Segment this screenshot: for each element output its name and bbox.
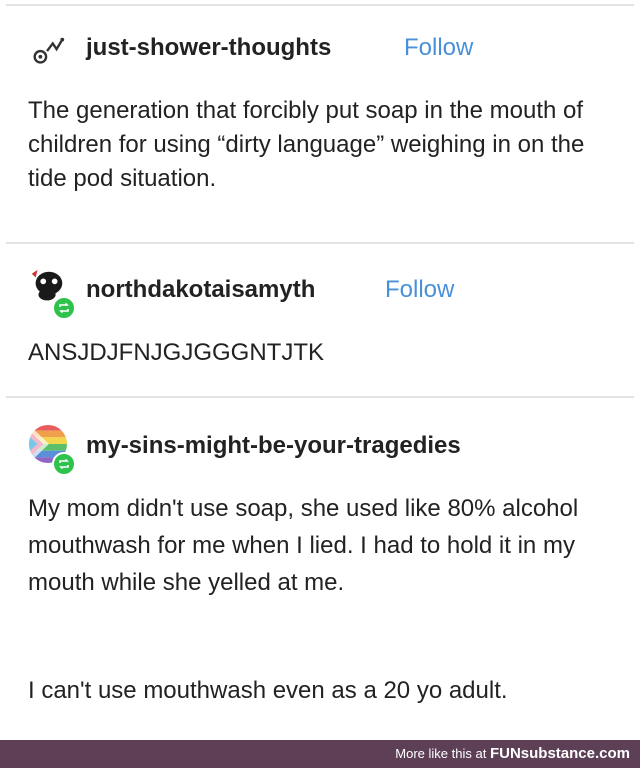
- footer-text[interactable]: More like this at FUNsubstance.com: [395, 745, 630, 762]
- post-2: northdakotaisamyth Follow ANSJDJFNJGJGGG…: [0, 266, 640, 386]
- post-divider: [6, 396, 634, 398]
- avatar-icon[interactable]: [28, 32, 68, 72]
- reblog-icon: [52, 296, 76, 320]
- post-header: northdakotaisamyth Follow: [0, 266, 640, 320]
- footer-prefix: More like this at: [395, 746, 490, 761]
- post-username[interactable]: just-shower-thoughts: [86, 34, 331, 62]
- post-username[interactable]: northdakotaisamyth: [86, 276, 315, 304]
- follow-button[interactable]: Follow: [404, 34, 473, 62]
- top-divider: [6, 4, 634, 6]
- post-divider: [6, 242, 634, 244]
- post-paragraph: My mom didn't use soap, she used like 80…: [28, 495, 579, 596]
- reblog-icon: [52, 452, 76, 476]
- watermark-footer: More like this at FUNsubstance.com: [0, 740, 640, 768]
- post-paragraph: I can't use mouthwash even as a 20 yo ad…: [28, 677, 508, 704]
- post-text: The generation that forcibly put soap in…: [28, 97, 585, 192]
- post-text: ANSJDJFNJGJGGGNTJTK: [28, 339, 325, 366]
- post-1: just-shower-thoughts Follow The generati…: [0, 28, 640, 228]
- follow-button[interactable]: Follow: [385, 276, 454, 304]
- post-header: just-shower-thoughts Follow: [0, 28, 640, 72]
- footer-brand: FUNsubstance.com: [489, 745, 630, 762]
- post-header: my-sins-might-be-your-tragedies: [0, 420, 640, 476]
- post-username[interactable]: my-sins-might-be-your-tragedies: [86, 432, 461, 460]
- post-3: my-sins-might-be-your-tragedies My mom d…: [0, 420, 640, 720]
